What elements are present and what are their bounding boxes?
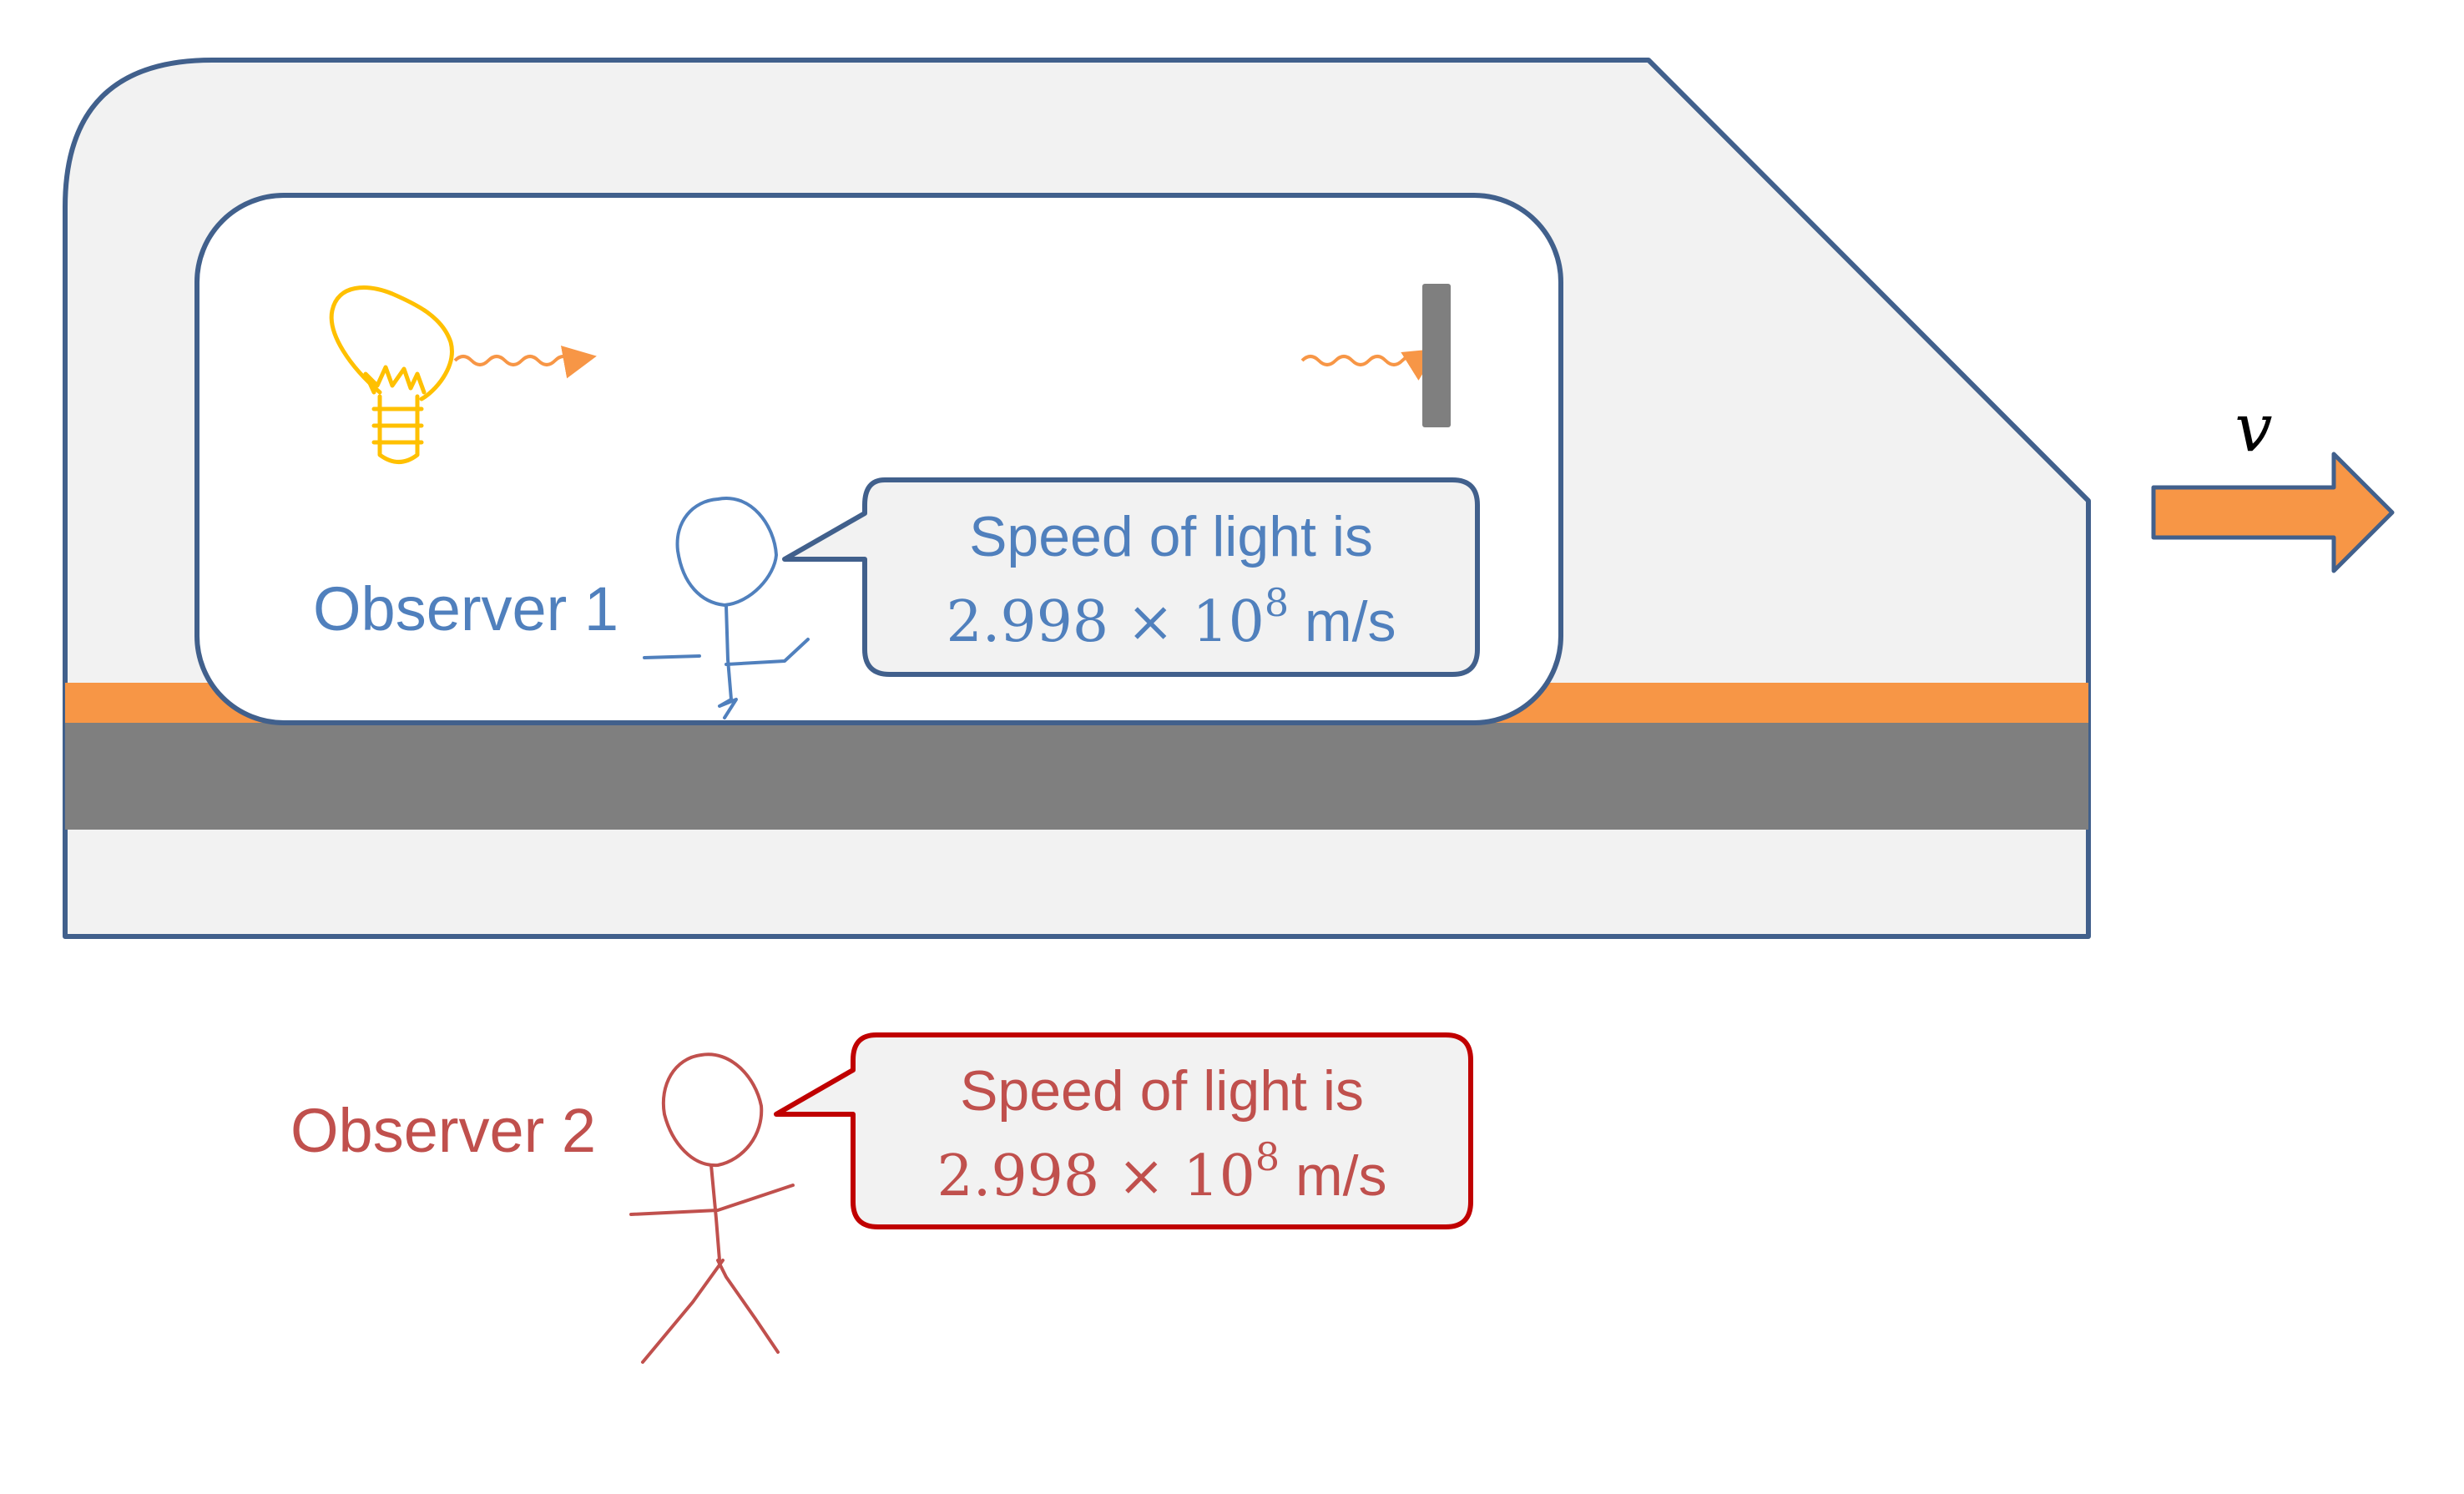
- observer2-figure: [629, 1052, 795, 1364]
- observer1-bubble-value: 2.998 × 108 m/s: [946, 580, 1396, 655]
- observer2-legs: [641, 1259, 780, 1364]
- observer1-value-unit: m/s: [1289, 590, 1396, 654]
- observer1-label: Observer 1: [313, 574, 619, 644]
- observer2-bubble-value: 2.998 × 108 m/s: [937, 1134, 1386, 1209]
- observer2-body: [709, 1163, 721, 1262]
- observer2-bubble-line1: Speed of light is: [960, 1059, 1364, 1123]
- mirror-icon: [1422, 284, 1451, 427]
- observer2-label: Observer 2: [290, 1096, 596, 1165]
- relativity-diagram: v Observer 1 Speed of light is 2.998 × 1…: [63, 58, 2395, 1364]
- observer2-value-base: 2.998 × 10: [937, 1143, 1255, 1209]
- observer2-value-unit: m/s: [1280, 1144, 1386, 1208]
- velocity-label: v: [2234, 389, 2272, 467]
- observer1-value-base: 2.998 × 10: [946, 589, 1264, 655]
- observer2-head: [661, 1052, 764, 1168]
- velocity-arrow-icon: [2151, 452, 2395, 573]
- observer1-value-exponent: 8: [1265, 580, 1289, 625]
- observer1-bubble-line1: Speed of light is: [969, 505, 1373, 568]
- observer2-value-exponent: 8: [1255, 1134, 1280, 1179]
- train-rail-band: [65, 723, 2088, 830]
